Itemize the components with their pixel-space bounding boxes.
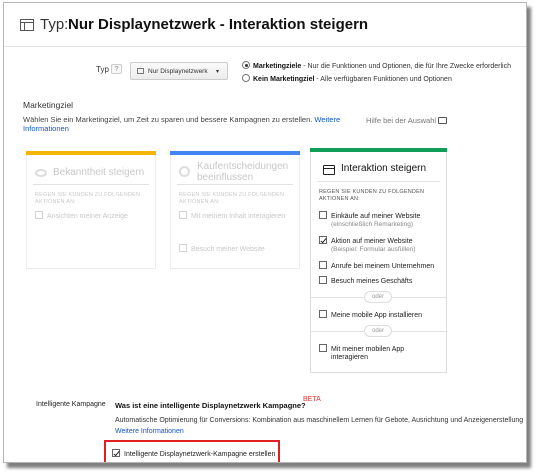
option-purchases[interactable]: Einkäufe auf meiner Website (einschließl… <box>319 211 420 229</box>
checkbox[interactable] <box>319 211 327 219</box>
card-title: Kaufentscheidungen beeinflussen <box>197 161 288 183</box>
smart-campaign-checkbox[interactable] <box>112 449 120 457</box>
smart-campaign-description: Automatische Optimierung für Conversions… <box>115 417 524 424</box>
card-title: Interaktion steigern <box>341 163 427 174</box>
marketing-goal-text: Wählen Sie ein Marketingziel, um Zeit zu… <box>23 115 313 124</box>
option-label: Meine mobile App installieren <box>331 312 423 319</box>
smart-more-info-link[interactable]: Weitere Informationen <box>115 428 184 435</box>
or-separator: oder <box>364 291 392 303</box>
card-title-line1: Kaufentscheidungen <box>197 161 289 172</box>
option-label: Mit meiner mobilen App <box>331 346 405 353</box>
card-color-bar <box>310 148 447 152</box>
marketing-goal-heading: Marketingziel <box>23 100 74 110</box>
option-label: Besuch meines Geschäfts <box>331 278 413 285</box>
checkbox-checked[interactable] <box>319 236 327 244</box>
checkbox[interactable] <box>319 276 327 284</box>
header-type-label: Typ: <box>40 16 69 33</box>
star-icon <box>179 166 190 177</box>
option-app-engagement[interactable]: Mit meiner mobilen App interagieren <box>319 344 404 362</box>
smart-campaign-checkbox-label: Intelligente Displaynetzwerk-Kampagne er… <box>124 451 276 458</box>
option-label: Besuch meiner Website <box>191 246 265 253</box>
radio-no-marketing-goal[interactable]: Kein Marketingziel - Alle verfügbaren Fu… <box>242 74 452 83</box>
beta-badge: BETA <box>303 396 321 403</box>
divider <box>317 181 440 182</box>
option-label: Einkäufe auf meiner Website <box>331 213 421 220</box>
radio-button[interactable] <box>242 74 250 82</box>
option-sublabel: (Beispiel: Formular ausfüllen) <box>331 246 416 253</box>
checkbox[interactable] <box>319 261 327 269</box>
option-label: Anrufe bei meinem Unternehmen <box>331 263 435 270</box>
card-title-line2: beeinflussen <box>197 172 254 183</box>
panel-header: Typ: Nur Displaynetzwerk - Interaktion s… <box>4 3 526 47</box>
divider <box>177 184 293 185</box>
radio-option1-desc: - Nur die Funktionen und Optionen, die f… <box>301 63 511 70</box>
checkbox[interactable] <box>179 211 187 219</box>
option-website-visit[interactable]: Besuch meiner Website <box>179 244 265 254</box>
goal-card-action[interactable]: Interaktion steigern Regen Sie Kunden zu… <box>310 148 447 373</box>
radio-option2-desc: - Alle verfügbaren Funktionen und Option… <box>314 76 452 83</box>
option-sublabel: (einschließlich Remarketing) <box>331 221 413 228</box>
option-phone-calls[interactable]: Anrufe bei meinem Unternehmen <box>319 261 434 271</box>
checkbox[interactable] <box>319 310 327 318</box>
goal-card-awareness[interactable]: Bekanntheit steigern Regen Sie Kunden zu… <box>26 151 156 269</box>
radio-marketing-goals[interactable]: Marketingziele - Nur die Funktionen und … <box>242 61 511 70</box>
page-title: Nur Displaynetzwerk - Interaktion steige… <box>68 16 369 33</box>
help-selection-link[interactable]: Hilfe bei der Auswahl <box>366 116 436 125</box>
network-type-dropdown[interactable]: Nur Displaynetzwerk ▾ <box>130 62 228 80</box>
comment-icon[interactable] <box>438 117 447 124</box>
option-ad-views[interactable]: Ansichten meiner Anzeige <box>35 211 128 221</box>
marketing-goal-description: Wählen Sie ein Marketingziel, um Zeit zu… <box>23 115 353 133</box>
checkbox[interactable] <box>35 211 43 219</box>
radio-option1-title: Marketingziele <box>253 63 302 70</box>
option-label: Mit meinem Inhalt interagieren <box>191 213 286 220</box>
option-label-line2: interagieren <box>331 354 368 361</box>
card-caption: Regen Sie Kunden zu folgenden Aktionen a… <box>179 192 285 205</box>
campaign-type-icon <box>20 19 34 31</box>
option-label: Ansichten meiner Anzeige <box>47 213 128 220</box>
option-label: Aktion auf meiner Website <box>331 238 413 245</box>
card-title: Bekanntheit steigern <box>53 167 145 178</box>
goal-card-consideration[interactable]: Kaufentscheidungen beeinflussen Regen Si… <box>170 151 300 269</box>
or-separator: oder <box>364 325 392 337</box>
chevron-down-icon: ▾ <box>216 69 220 75</box>
option-website-action[interactable]: Aktion auf meiner Website (Beispiel: For… <box>319 236 416 254</box>
type-label: Typ <box>96 65 109 74</box>
smart-campaign-label: Intelligente Kampagne <box>36 401 106 408</box>
card-caption: Regen Sie Kunden zu folgenden Aktionen a… <box>319 189 425 202</box>
checkbox[interactable] <box>319 344 327 352</box>
divider <box>33 184 149 185</box>
option-store-visit[interactable]: Besuch meines Geschäfts <box>319 276 412 286</box>
checkbox[interactable] <box>179 244 187 252</box>
campaign-type-panel: Typ: Nur Displaynetzwerk - Interaktion s… <box>3 2 527 463</box>
card-color-bar <box>170 151 300 155</box>
display-network-icon <box>137 68 144 74</box>
radio-button-selected[interactable] <box>242 61 250 69</box>
option-content-interaction[interactable]: Mit meinem Inhalt interagieren <box>179 211 285 221</box>
card-caption: Regen Sie Kunden zu folgenden Aktionen a… <box>35 192 141 205</box>
radio-option2-title: Kein Marketingziel <box>253 76 315 83</box>
browser-window-icon <box>323 165 335 175</box>
eye-icon <box>35 169 47 177</box>
help-icon[interactable]: ? <box>111 64 122 74</box>
smart-campaign-checkbox-row[interactable]: Intelligente Displaynetzwerk-Kampagne er… <box>112 449 275 458</box>
card-color-bar <box>26 151 156 155</box>
option-app-install[interactable]: Meine mobile App installieren <box>319 310 422 320</box>
dropdown-value: Nur Displaynetzwerk <box>148 68 208 75</box>
smart-campaign-question: Was ist eine intelligente Displaynetzwer… <box>115 401 306 410</box>
